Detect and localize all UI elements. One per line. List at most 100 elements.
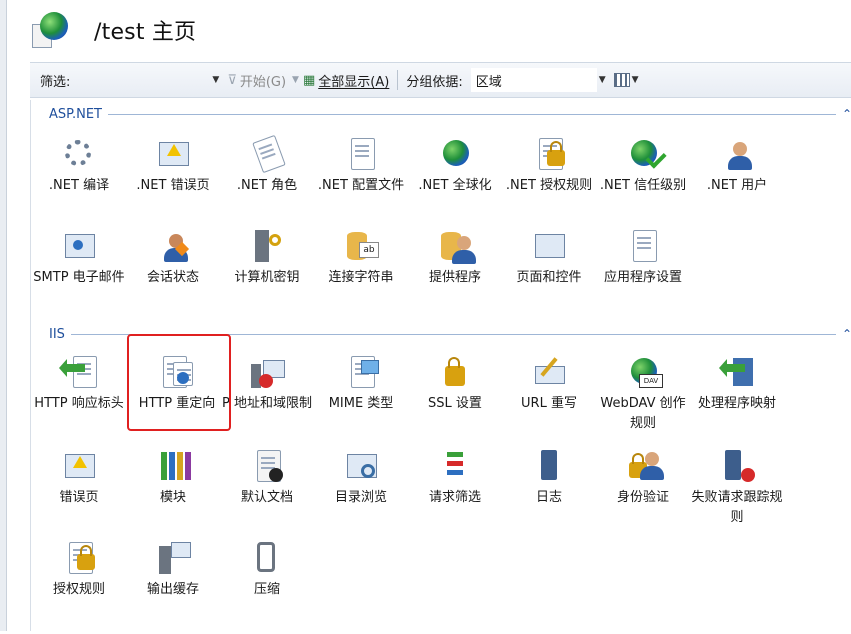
feature-net-profile[interactable]: .NET 配置文件 — [313, 134, 409, 230]
feature-smtp-email[interactable]: SMTP 电子邮件 — [31, 226, 127, 322]
feature-label: WebDAV 创作规则 — [600, 396, 686, 431]
feature-failed-request-tracing[interactable]: 失败请求跟踪规则 — [689, 446, 785, 542]
feature-machine-key[interactable]: 计算机密钥 — [219, 226, 315, 322]
feature-label: 计算机密钥 — [234, 270, 300, 285]
feature-connection-strings[interactable]: ab 连接字符串 — [313, 226, 409, 322]
error-pages-icon — [59, 446, 99, 486]
feature-label: 授权规则 — [52, 582, 105, 597]
view-mode-dropdown-icon: ▼ — [631, 75, 639, 85]
webdav-icon: DAV — [623, 352, 663, 392]
section-aspnet-header[interactable]: ASP.NET ⌃ — [37, 106, 851, 122]
feature-net-authorization[interactable]: .NET 授权规则 — [501, 134, 597, 230]
feature-net-roles[interactable]: .NET 角色 — [219, 134, 315, 230]
app-settings-icon — [623, 226, 663, 266]
iis-site-globe-icon — [30, 10, 70, 50]
feature-label: .NET 错误页 — [136, 178, 210, 193]
feature-compression[interactable]: 压缩 — [219, 538, 315, 634]
feature-ssl-settings[interactable]: SSL 设置 — [407, 352, 503, 448]
feature-logging[interactable]: 日志 — [501, 446, 597, 542]
handler-mappings-icon — [717, 352, 757, 392]
show-all-label: 全部显示(A) — [318, 74, 390, 90]
feature-ip-domain-restrictions[interactable]: P 地址和域限制 — [219, 352, 315, 448]
feature-label: .NET 角色 — [236, 178, 298, 193]
feature-label: 默认文档 — [240, 490, 293, 505]
feature-webdav-rules[interactable]: DAV WebDAV 创作规则 — [595, 352, 691, 448]
filter-input[interactable] — [76, 69, 211, 91]
page-title: /test 主页 — [94, 20, 197, 45]
feature-net-users[interactable]: .NET 用户 — [689, 134, 785, 230]
feature-label: 身份验证 — [616, 490, 669, 505]
feature-handler-mappings[interactable]: 处理程序映射 — [689, 352, 785, 448]
feature-label: SMTP 电子邮件 — [33, 270, 125, 285]
feature-net-compile[interactable]: .NET 编译 — [31, 134, 127, 230]
feature-label: URL 重写 — [521, 396, 577, 411]
feature-net-trust-level[interactable]: .NET 信任级别 — [595, 134, 691, 230]
start-filter-button[interactable]: ⊽ 开始(G) — [227, 71, 286, 90]
group-by-select[interactable]: 区域 — [470, 68, 597, 92]
http-headers-icon — [59, 352, 99, 392]
group-by-value: 区域 — [475, 74, 502, 90]
url-rewrite-icon — [529, 352, 569, 392]
page-header: /test 主页 — [30, 6, 196, 54]
feature-net-globalization[interactable]: .NET 全球化 — [407, 134, 503, 230]
feature-label: 请求筛选 — [428, 490, 481, 505]
feature-label: SSL 设置 — [428, 396, 482, 411]
feature-label: .NET 授权规则 — [505, 178, 593, 193]
feature-mime-types[interactable]: MIME 类型 — [313, 352, 409, 448]
roles-icon — [247, 134, 287, 174]
feature-output-caching[interactable]: 输出缓存 — [125, 538, 221, 634]
machine-key-icon — [247, 226, 287, 266]
feature-label: .NET 全球化 — [418, 178, 492, 193]
directory-browsing-icon — [341, 446, 381, 486]
group-by-dropdown-icon[interactable]: ▼ — [599, 75, 606, 85]
start-dropdown-icon[interactable]: ▼ — [292, 75, 299, 85]
highlight-box — [127, 334, 231, 431]
providers-icon — [435, 226, 476, 266]
feature-label: 失败请求跟踪规则 — [691, 490, 783, 525]
profile-icon — [341, 134, 381, 174]
filter-dropdown-icon[interactable]: ▼ — [212, 75, 219, 85]
pages-controls-icon — [529, 226, 569, 266]
output-caching-icon — [153, 538, 193, 578]
section-aspnet-title: ASP.NET — [49, 106, 102, 122]
feature-label: 提供程序 — [428, 270, 481, 285]
feature-authentication[interactable]: 身份验证 — [595, 446, 691, 542]
funnel-icon: ⊽ — [227, 72, 237, 88]
view-mode-button[interactable]: ▼ — [613, 73, 639, 87]
feature-label: 输出缓存 — [146, 582, 199, 597]
section-iis-title: IIS — [49, 326, 65, 342]
ssl-lock-icon — [435, 352, 475, 392]
compile-icon — [59, 134, 99, 174]
users-icon — [717, 134, 757, 174]
toolbar-separator — [397, 70, 399, 90]
feature-label: .NET 信任级别 — [599, 178, 687, 193]
feature-label: MIME 类型 — [328, 396, 394, 411]
feature-label: 会话状态 — [146, 270, 199, 285]
feature-label: 错误页 — [59, 490, 99, 505]
feature-error-pages[interactable]: 错误页 — [31, 446, 127, 542]
modules-icon — [153, 446, 193, 486]
show-all-button[interactable]: ▦ 全部显示(A) — [303, 71, 389, 90]
ip-restrictions-icon — [247, 352, 287, 392]
feature-default-document[interactable]: 默认文档 — [219, 446, 315, 542]
feature-request-filtering[interactable]: 请求筛选 — [407, 446, 503, 542]
feature-http-response-headers[interactable]: HTTP 响应标头 — [31, 352, 127, 448]
feature-authorization-rules[interactable]: 授权规则 — [31, 538, 127, 634]
start-filter-label: 开始(G) — [239, 74, 287, 90]
collapse-chevron-icon[interactable]: ⌃ — [842, 107, 851, 121]
feature-modules[interactable]: 模块 — [125, 446, 221, 542]
feature-app-settings[interactable]: 应用程序设置 — [595, 226, 691, 322]
trust-level-icon — [623, 134, 667, 174]
filter-toolbar: 筛选: ▼ ⊽ 开始(G) ▼ ▦ 全部显示(A) 分组依据: 区域 ▼ ▼ — [30, 62, 851, 98]
feature-session-state[interactable]: 会话状态 — [125, 226, 221, 322]
collapse-chevron-icon[interactable]: ⌃ — [842, 327, 851, 341]
section-divider — [107, 113, 836, 115]
feature-label: 页面和控件 — [516, 270, 582, 285]
feature-providers[interactable]: 提供程序 — [407, 226, 503, 322]
feature-pages-controls[interactable]: 页面和控件 — [501, 226, 597, 322]
filter-label: 筛选: — [40, 74, 71, 90]
feature-directory-browsing[interactable]: 目录浏览 — [313, 446, 409, 542]
feature-label: 连接字符串 — [328, 270, 394, 285]
feature-url-rewrite[interactable]: URL 重写 — [501, 352, 597, 448]
feature-net-error-page[interactable]: .NET 错误页 — [125, 134, 221, 230]
